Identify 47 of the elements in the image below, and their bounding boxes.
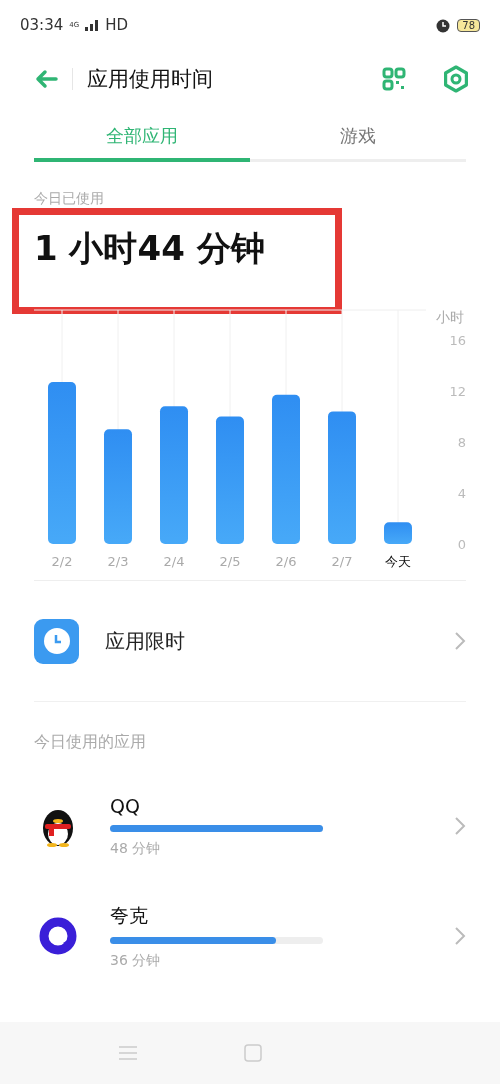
usage-bar[interactable] xyxy=(160,406,188,544)
back-arrow-icon[interactable] xyxy=(34,69,58,89)
alarm-icon xyxy=(435,17,452,33)
summary-label: 今日已使用 xyxy=(34,190,105,208)
axis-tick: 4 xyxy=(457,486,466,501)
usage-bar[interactable] xyxy=(328,411,356,544)
usage-bar[interactable] xyxy=(48,382,76,544)
axis-tick: 16 xyxy=(449,333,466,348)
hd-indicator: HD xyxy=(105,16,128,34)
page-title: 应用使用时间 xyxy=(87,66,214,93)
battery-indicator: 78 xyxy=(457,18,480,32)
home-icon[interactable] xyxy=(244,1044,262,1062)
usage-duration: 36 分钟 xyxy=(110,951,162,970)
app-usage-row[interactable]: 夸克 36 分钟 xyxy=(0,881,500,991)
date-label: 2/7 xyxy=(331,554,353,569)
menu-icon[interactable] xyxy=(118,1045,138,1061)
chevron-right-icon xyxy=(454,631,466,651)
total-usage-time: 1 小时44 分钟 xyxy=(34,227,266,270)
chevron-right-icon xyxy=(454,816,466,836)
clock-time: 03:34 xyxy=(20,16,64,34)
date-label: 2/4 xyxy=(163,554,185,569)
clock-icon xyxy=(34,618,79,664)
tab[interactable]: 游戏 xyxy=(250,116,466,162)
app-limit-label: 应用限时 xyxy=(105,627,186,655)
settings-icon[interactable] xyxy=(442,65,470,93)
signal-icon xyxy=(85,19,100,31)
date-label: 2/6 xyxy=(275,554,297,569)
usage-bar[interactable] xyxy=(216,416,244,544)
axis-tick: 0 xyxy=(457,537,466,552)
usage-duration: 48 分钟 xyxy=(110,839,162,858)
axis-unit: 小时 xyxy=(436,309,464,325)
usage-bar[interactable] xyxy=(272,394,300,544)
axis-tick: 8 xyxy=(457,435,466,450)
axis-tick: 12 xyxy=(449,384,466,399)
section-title: 今日使用的应用 xyxy=(33,731,147,753)
date-label: 今天 xyxy=(385,554,411,569)
chevron-right-icon xyxy=(454,926,466,946)
app-name: QQ xyxy=(110,794,141,817)
date-label: 2/3 xyxy=(107,554,129,569)
qr-code-icon[interactable] xyxy=(382,67,406,91)
date-label: 2/5 xyxy=(219,554,241,569)
date-label: 2/2 xyxy=(51,554,73,569)
app-name: 夸克 xyxy=(110,902,149,928)
app-usage-row[interactable]: QQ 48 分钟 xyxy=(0,771,500,881)
app-limit-row[interactable]: 应用限时 xyxy=(34,581,466,702)
usage-bar[interactable] xyxy=(384,522,412,544)
usage-bar[interactable] xyxy=(104,429,132,544)
